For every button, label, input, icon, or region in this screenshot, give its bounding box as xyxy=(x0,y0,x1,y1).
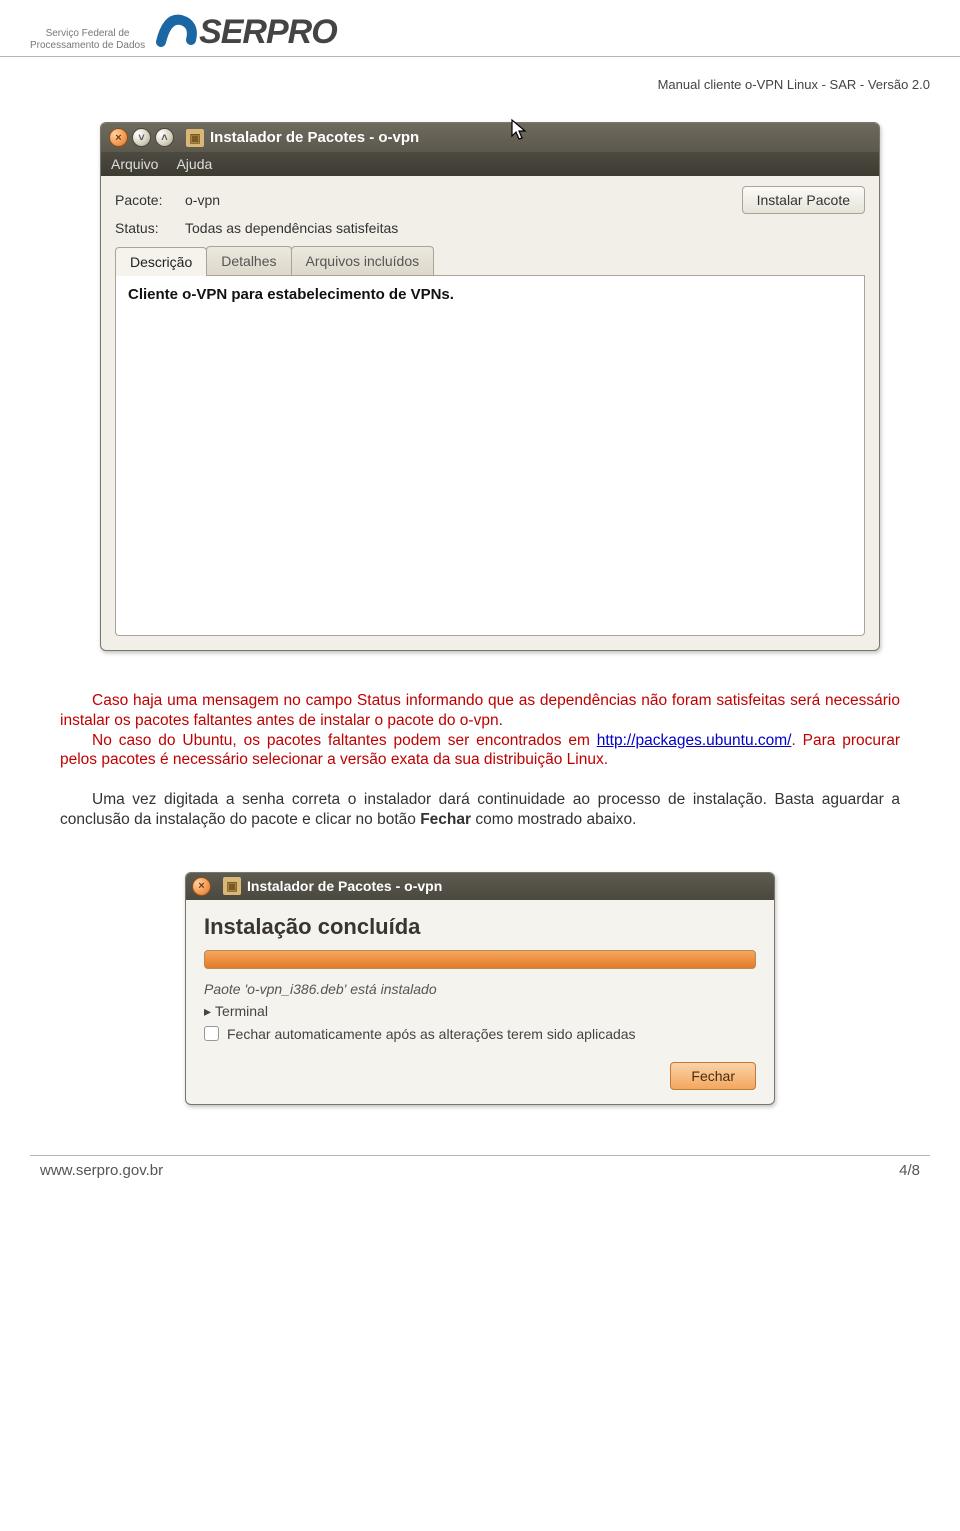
window-title: Instalador de Pacotes - o-vpn xyxy=(210,129,419,146)
page-footer: www.serpro.gov.br 4/8 xyxy=(30,1155,930,1179)
progress-bar xyxy=(204,950,756,969)
doc-title: Manual cliente o-VPN Linux - SAR - Versã… xyxy=(658,63,930,92)
status-value: Todas as dependências satisfeitas xyxy=(185,220,398,236)
terminal-expander[interactable]: ▸ Terminal xyxy=(204,1003,756,1020)
minimize-icon[interactable]: ˅ xyxy=(132,128,151,147)
package-icon: ▣ xyxy=(186,129,204,147)
terminal-label: Terminal xyxy=(215,1003,268,1019)
pacote-label: Pacote: xyxy=(115,192,185,208)
p1a: Caso haja uma mensagem no campo Status i… xyxy=(60,692,900,729)
completion-sub: Paote 'o-vpn_i386.deb' está instalado xyxy=(204,981,756,997)
autoclose-label: Fechar automaticamente após as alteraçõe… xyxy=(227,1026,636,1042)
install-button[interactable]: Instalar Pacote xyxy=(742,186,865,214)
p1b-1: No caso do Ubuntu, os pacotes faltantes … xyxy=(92,732,597,749)
mouse-cursor-icon xyxy=(510,118,528,142)
pacote-row: Pacote: o-vpn Instalar Pacote xyxy=(115,186,865,214)
status-row: Status: Todas as dependências satisfeita… xyxy=(115,220,865,236)
logo-text: SERPRO xyxy=(199,13,337,52)
logo: SERPRO xyxy=(155,12,337,52)
header-subtitle: Serviço Federal de Processamento de Dado… xyxy=(0,28,145,52)
tab-content: Cliente o-VPN para estabelecimento de VP… xyxy=(115,276,865,636)
paragraph-2: Uma vez digitada a senha correta o insta… xyxy=(60,790,900,830)
close-icon[interactable]: × xyxy=(109,128,128,147)
chevron-right-icon: ▸ xyxy=(204,1003,211,1020)
completion-heading: Instalação concluída xyxy=(204,914,756,940)
window2-title: Instalador de Pacotes - o-vpn xyxy=(247,878,442,894)
footer-page: 4/8 xyxy=(899,1162,920,1179)
maximize-icon[interactable]: ˄ xyxy=(155,128,174,147)
package-icon: ▣ xyxy=(223,877,241,895)
window-menubar: Arquivo Ajuda xyxy=(101,152,879,176)
window2-titlebar: × ▣ Instalador de Pacotes - o-vpn xyxy=(186,873,774,900)
completion-window: × ▣ Instalador de Pacotes - o-vpn Instal… xyxy=(185,872,775,1105)
menu-arquivo[interactable]: Arquivo xyxy=(111,156,158,172)
close-icon[interactable]: × xyxy=(192,877,211,896)
description-text: Cliente o-VPN para estabelecimento de VP… xyxy=(128,286,454,303)
tab-detalhes[interactable]: Detalhes xyxy=(206,246,291,275)
page-header: Serviço Federal de Processamento de Dado… xyxy=(0,0,960,57)
footer-url: www.serpro.gov.br xyxy=(40,1162,163,1179)
logo-icon xyxy=(155,12,199,52)
p2-bold: Fechar xyxy=(420,811,471,828)
subtitle-line2: Processamento de Dados xyxy=(30,40,145,52)
p2-2: como mostrado abaixo. xyxy=(471,811,636,828)
subtitle-line1: Serviço Federal de xyxy=(30,28,145,40)
autoclose-checkbox[interactable] xyxy=(204,1026,219,1041)
autoclose-row[interactable]: Fechar automaticamente após as alteraçõe… xyxy=(204,1026,756,1042)
pacote-value: o-vpn xyxy=(185,192,220,208)
tabs: Descrição Detalhes Arquivos incluídos xyxy=(115,246,865,276)
status-label: Status: xyxy=(115,220,185,236)
window-titlebar: × ˅ ˄ ▣ Instalador de Pacotes - o-vpn xyxy=(101,123,879,152)
fechar-button[interactable]: Fechar xyxy=(670,1062,756,1090)
menu-ajuda[interactable]: Ajuda xyxy=(176,156,212,172)
p1b-link[interactable]: http://packages.ubuntu.com/ xyxy=(597,732,792,749)
installer-window: × ˅ ˄ ▣ Instalador de Pacotes - o-vpn Ar… xyxy=(100,122,880,651)
paragraph-1: Caso haja uma mensagem no campo Status i… xyxy=(60,691,900,770)
tab-descricao[interactable]: Descrição xyxy=(115,247,207,276)
tab-arquivos[interactable]: Arquivos incluídos xyxy=(291,246,435,275)
